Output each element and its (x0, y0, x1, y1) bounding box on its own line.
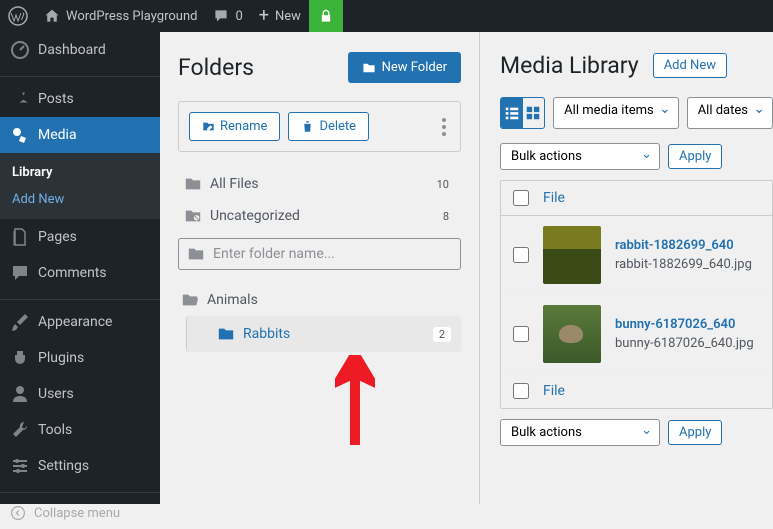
edit-icon (202, 120, 215, 133)
menu-plugins[interactable]: Plugins (0, 340, 160, 376)
list-icon (503, 104, 521, 122)
menu-tools[interactable]: Tools (0, 412, 160, 448)
select-all-top[interactable] (513, 190, 529, 206)
media-icon (10, 125, 30, 145)
media-row: bunny-6187026_640 bunny-6187026_640.jpg (501, 295, 772, 374)
folder-open-icon (181, 291, 199, 309)
site-link[interactable]: WordPress Playground (36, 0, 205, 32)
lock-icon (319, 9, 333, 23)
folder-block-icon (184, 207, 202, 225)
media-type-filter[interactable]: All media items (553, 97, 679, 129)
more-actions-button[interactable] (438, 114, 450, 140)
date-filter[interactable]: All dates (687, 97, 773, 129)
submenu-add-new[interactable]: Add New (0, 186, 160, 213)
folder-all-files[interactable]: All Files 10 (178, 168, 461, 200)
wrench-icon (10, 420, 30, 440)
submenu-library[interactable]: Library (0, 159, 160, 186)
media-filename: bunny-6187026_640.jpg (615, 336, 760, 351)
file-column-footer[interactable]: File (543, 383, 565, 399)
collapse-menu[interactable]: Collapse menu (0, 497, 160, 529)
menu-users[interactable]: Users (0, 376, 160, 412)
bulk-actions-select-top[interactable]: Bulk actions (500, 143, 660, 170)
menu-comments[interactable]: Comments (0, 255, 160, 291)
apply-button-top[interactable]: Apply (668, 144, 722, 169)
media-thumbnail[interactable] (543, 305, 601, 363)
comments-link[interactable]: 0 (205, 0, 250, 32)
sliders-icon (10, 456, 30, 476)
wp-logo[interactable] (0, 0, 36, 32)
comments-icon (10, 263, 30, 283)
folder-uncategorized[interactable]: Uncategorized 8 (178, 200, 461, 232)
media-thumbnail[interactable] (543, 226, 601, 284)
trash-icon (301, 120, 314, 133)
view-grid-button[interactable] (523, 98, 545, 128)
lock-indicator[interactable] (309, 0, 343, 32)
folder-search-icon (187, 245, 205, 263)
folder-search-input[interactable]: Enter folder name... (178, 238, 461, 270)
media-filename: rabbit-1882699_640.jpg (615, 257, 760, 272)
site-title: WordPress Playground (66, 9, 197, 24)
new-folder-button[interactable]: New Folder (348, 52, 461, 83)
folder-icon (217, 325, 235, 343)
menu-media[interactable]: Media (0, 117, 160, 153)
bulk-actions-select-bottom[interactable]: Bulk actions (500, 419, 660, 446)
brush-icon (10, 312, 30, 332)
row-checkbox[interactable] (513, 247, 529, 263)
folder-plus-icon (362, 61, 376, 75)
menu-settings[interactable]: Settings (0, 448, 160, 484)
folder-rabbits[interactable]: Rabbits 2 (186, 316, 461, 352)
collapse-icon (10, 505, 26, 521)
folder-animals[interactable]: Animals (178, 284, 461, 316)
apply-button-bottom[interactable]: Apply (668, 420, 722, 445)
plug-icon (10, 348, 30, 368)
users-icon (10, 384, 30, 404)
view-toggle (500, 97, 545, 129)
menu-posts[interactable]: Posts (0, 81, 160, 117)
pages-icon (10, 227, 30, 247)
row-checkbox[interactable] (513, 326, 529, 342)
media-title-link[interactable]: bunny-6187026_640 (615, 317, 760, 332)
menu-dashboard[interactable]: Dashboard (0, 32, 160, 68)
folder-icon (184, 175, 202, 193)
dashboard-icon (10, 40, 30, 60)
comments-count: 0 (235, 9, 242, 24)
add-new-media-button[interactable]: Add New (653, 53, 727, 78)
grid-icon (524, 104, 542, 122)
menu-pages[interactable]: Pages (0, 219, 160, 255)
new-label: New (275, 9, 301, 24)
file-column-header[interactable]: File (543, 190, 565, 206)
view-list-button[interactable] (501, 98, 523, 128)
pin-icon (10, 89, 30, 109)
select-all-bottom[interactable] (513, 383, 529, 399)
rename-button[interactable]: Rename (189, 112, 280, 141)
media-title-link[interactable]: rabbit-1882699_640 (615, 238, 760, 253)
delete-button[interactable]: Delete (288, 112, 369, 141)
new-content-link[interactable]: + New (251, 0, 309, 32)
folders-title: Folders (178, 54, 254, 81)
menu-appearance[interactable]: Appearance (0, 304, 160, 340)
media-library-title: Media Library (500, 52, 639, 79)
media-row: rabbit-1882699_640 rabbit-1882699_640.jp… (501, 216, 772, 295)
